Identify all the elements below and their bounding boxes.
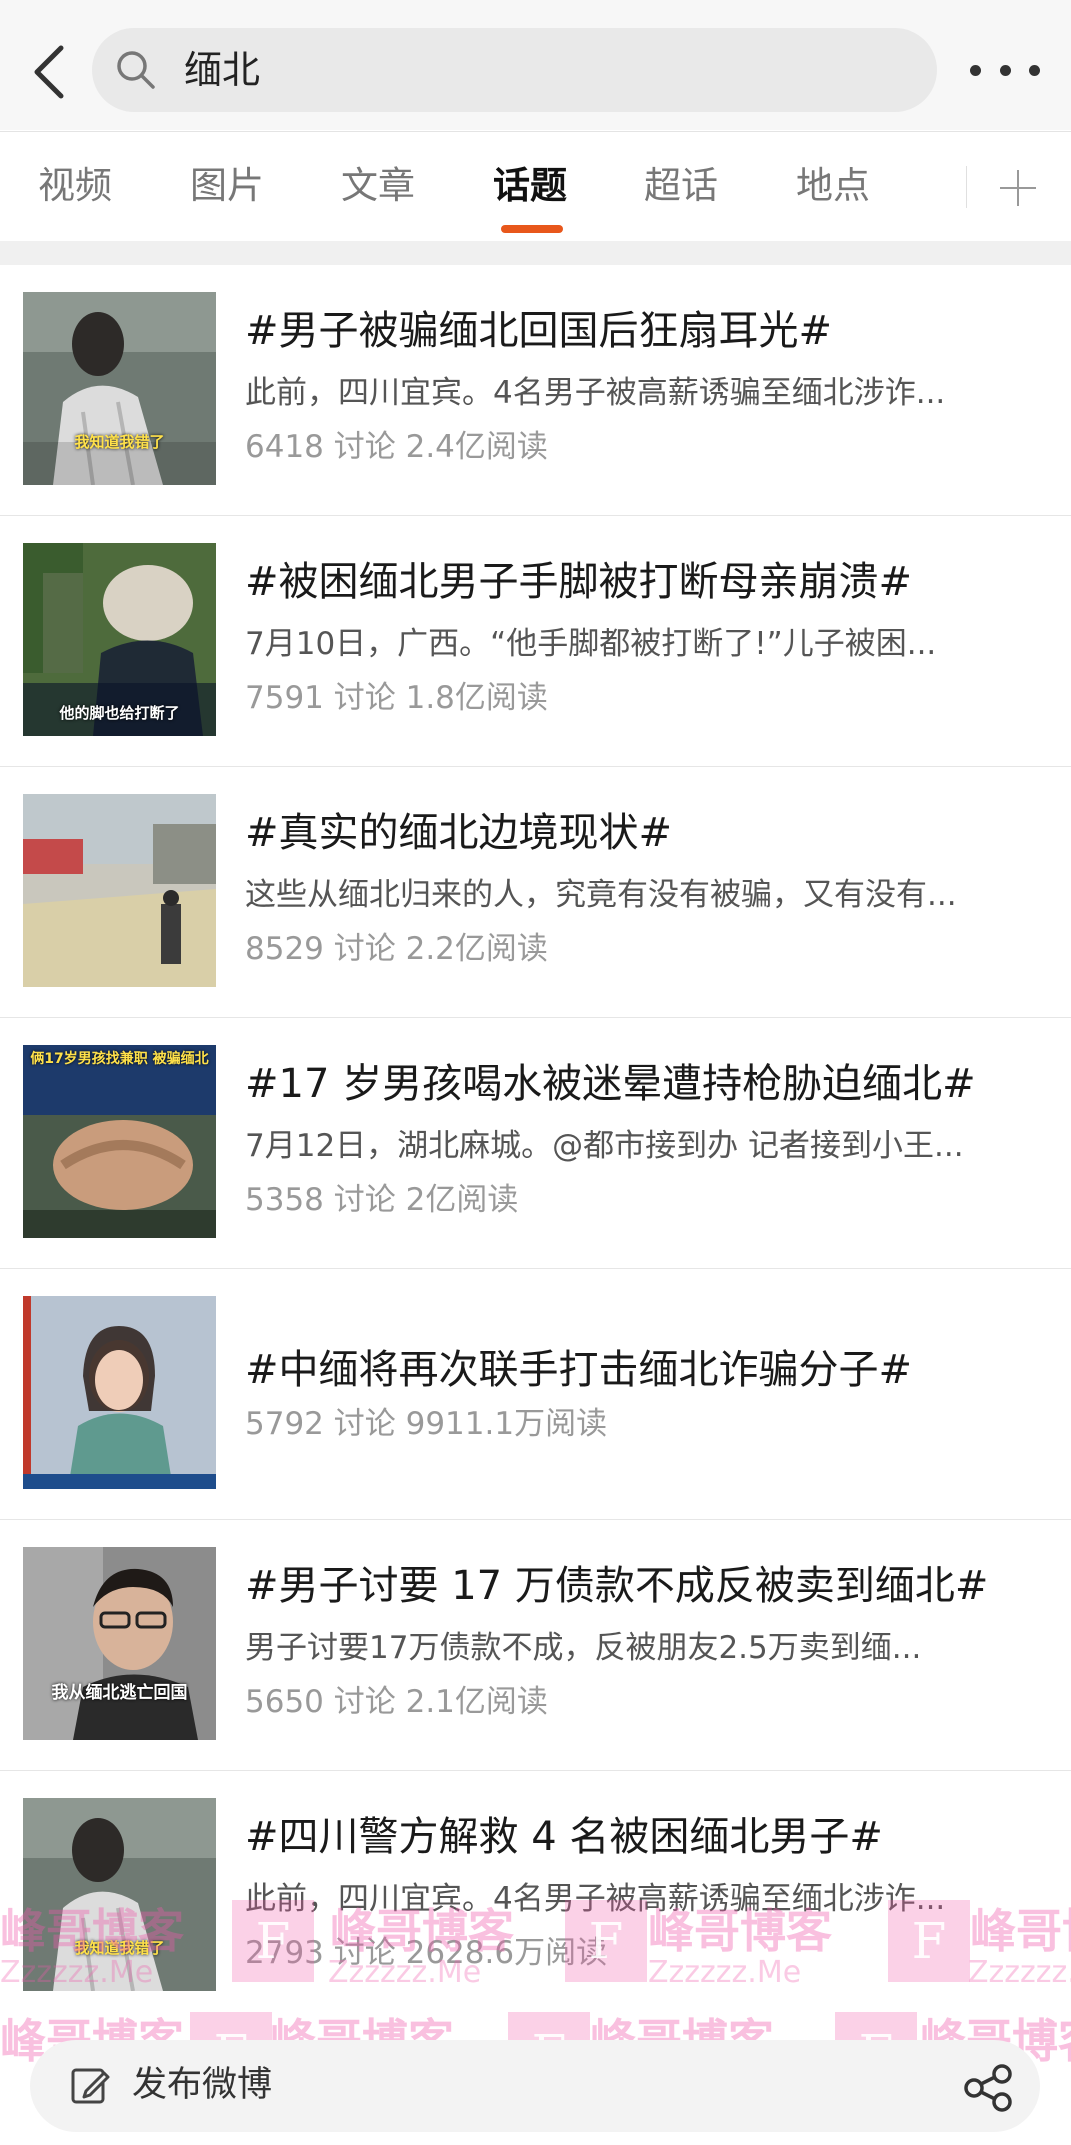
topic-stats: 5650 讨论 2.1亿阅读 xyxy=(245,1684,548,1720)
watermark-logo: F xyxy=(888,1900,970,1982)
topic-title: #被困缅北男子手脚被打断母亲崩溃# xyxy=(245,559,913,605)
compose-bar[interactable]: 发布微博 xyxy=(30,2040,1040,2132)
topic-row[interactable]: 俩17岁男孩找兼职 被骗缅北 #17 岁男孩喝水被迷晕遭持枪胁迫缅北# 7月12… xyxy=(0,1018,1071,1269)
add-tab-icon[interactable] xyxy=(1000,170,1036,206)
more-button[interactable] xyxy=(970,50,1040,90)
more-dot xyxy=(999,64,1011,76)
topic-thumbnail: 我从缅北逃亡回国 xyxy=(23,1547,216,1740)
tab-images[interactable]: 图片 xyxy=(190,162,264,210)
back-button[interactable] xyxy=(20,36,76,108)
topic-stats: 6418 讨论 2.4亿阅读 xyxy=(245,429,548,465)
topic-thumbnail xyxy=(23,1296,216,1489)
share-icon[interactable] xyxy=(960,2060,1016,2116)
topic-stats: 5358 讨论 2亿阅读 xyxy=(245,1182,519,1218)
topic-thumbnail xyxy=(23,794,216,987)
topic-thumbnail: 我知道我错了 xyxy=(23,292,216,485)
topic-stats: 5792 讨论 9911.1万阅读 xyxy=(245,1406,608,1442)
topic-stats: 8529 讨论 2.2亿阅读 xyxy=(245,931,548,967)
topic-title: #男子被骗缅北回国后狂扇耳光# xyxy=(245,308,833,354)
thumbnail-caption: 我知道我错了 xyxy=(74,433,165,451)
tab-places[interactable]: 地点 xyxy=(796,162,870,210)
tab-articles[interactable]: 文章 xyxy=(341,162,415,210)
top-bar: 缅北 xyxy=(0,0,1071,130)
topic-row[interactable]: 我知道我错了 #男子被骗缅北回国后狂扇耳光# 此前，四川宜宾。4名男子被高薪诱骗… xyxy=(0,265,1071,516)
topic-row[interactable]: #真实的缅北边境现状# 这些从缅北归来的人，究竟有没有被骗，又有没有... 85… xyxy=(0,767,1071,1018)
watermark-sub: Zzzzzz.Me xyxy=(968,1955,1071,1990)
section-gap xyxy=(0,241,1071,265)
tab-super-topics[interactable]: 超话 xyxy=(644,162,718,210)
more-dot xyxy=(1029,64,1040,76)
topic-row[interactable]: 我从缅北逃亡回国 #男子讨要 17 万债款不成反被卖到缅北# 男子讨要17万债款… xyxy=(0,1520,1071,1771)
topic-description: 男子讨要17万债款不成，反被朋友2.5万卖到缅... xyxy=(245,1630,922,1666)
topic-thumbnail: 他的脚也给打断了 xyxy=(23,543,216,736)
divider xyxy=(966,166,967,208)
topic-title: #中缅将再次联手打击缅北诈骗分子# xyxy=(245,1347,913,1393)
search-bar[interactable]: 缅北 xyxy=(92,28,937,112)
topic-description: 7月12日，湖北麻城。@都市接到办 记者接到小王... xyxy=(245,1128,964,1164)
topic-title: #真实的缅北边境现状# xyxy=(245,810,673,856)
topic-row[interactable]: #中缅将再次联手打击缅北诈骗分子# 5792 讨论 9911.1万阅读 xyxy=(0,1269,1071,1520)
thumbnail-caption: 俩17岁男孩找兼职 被骗缅北 xyxy=(30,1051,209,1067)
thumbnail-caption: 他的脚也给打断了 xyxy=(59,704,180,722)
chevron-left-icon xyxy=(34,45,64,99)
tab-video[interactable]: 视频 xyxy=(38,162,112,210)
watermark-logo: F xyxy=(565,1900,647,1982)
topic-description: 7月10日，广西。“他手脚都被打断了!”儿子被困... xyxy=(245,626,937,662)
topic-title: #17 岁男孩喝水被迷晕遭持枪胁迫缅北# xyxy=(245,1061,976,1107)
topic-row[interactable]: 我知道我错了 #四川警方解救 4 名被困缅北男子# 此前，四川宜宾。4名男子被高… xyxy=(0,1771,1071,2022)
topic-title: #四川警方解救 4 名被困缅北男子# xyxy=(245,1814,883,1860)
topic-row[interactable]: 他的脚也给打断了 #被困缅北男子手脚被打断母亲崩溃# 7月10日，广西。“他手脚… xyxy=(0,516,1071,767)
topic-stats: 7591 讨论 1.8亿阅读 xyxy=(245,680,548,716)
topic-thumbnail: 俩17岁男孩找兼职 被骗缅北 xyxy=(23,1045,216,1238)
topic-description: 此前，四川宜宾。4名男子被高薪诱骗至缅北涉诈... xyxy=(245,375,946,411)
active-tab-indicator xyxy=(501,225,563,233)
search-icon xyxy=(117,51,155,89)
watermark-sub: Zzzzzz.Me xyxy=(648,1955,802,1990)
watermark-sub: Zzzzzz.Me xyxy=(328,1955,482,1990)
topic-title: #男子讨要 17 万债款不成反被卖到缅北# xyxy=(245,1563,989,1609)
watermark-logo: F xyxy=(232,1900,314,1982)
compose-label: 发布微博 xyxy=(132,2065,273,2105)
thumbnail-caption: 我从缅北逃亡回国 xyxy=(51,1683,188,1703)
search-tabs: 视频 图片 文章 话题 超话 地点 xyxy=(0,131,1071,241)
more-dots-icon xyxy=(970,64,981,76)
search-input[interactable]: 缅北 xyxy=(184,46,260,94)
tab-topics[interactable]: 话题 xyxy=(493,162,567,210)
watermark-sub: Zzzzzz.Me xyxy=(0,1955,154,1990)
topic-description: 这些从缅北归来的人，究竟有没有被骗，又有没有... xyxy=(245,877,957,913)
pencil-icon xyxy=(71,2068,110,2104)
